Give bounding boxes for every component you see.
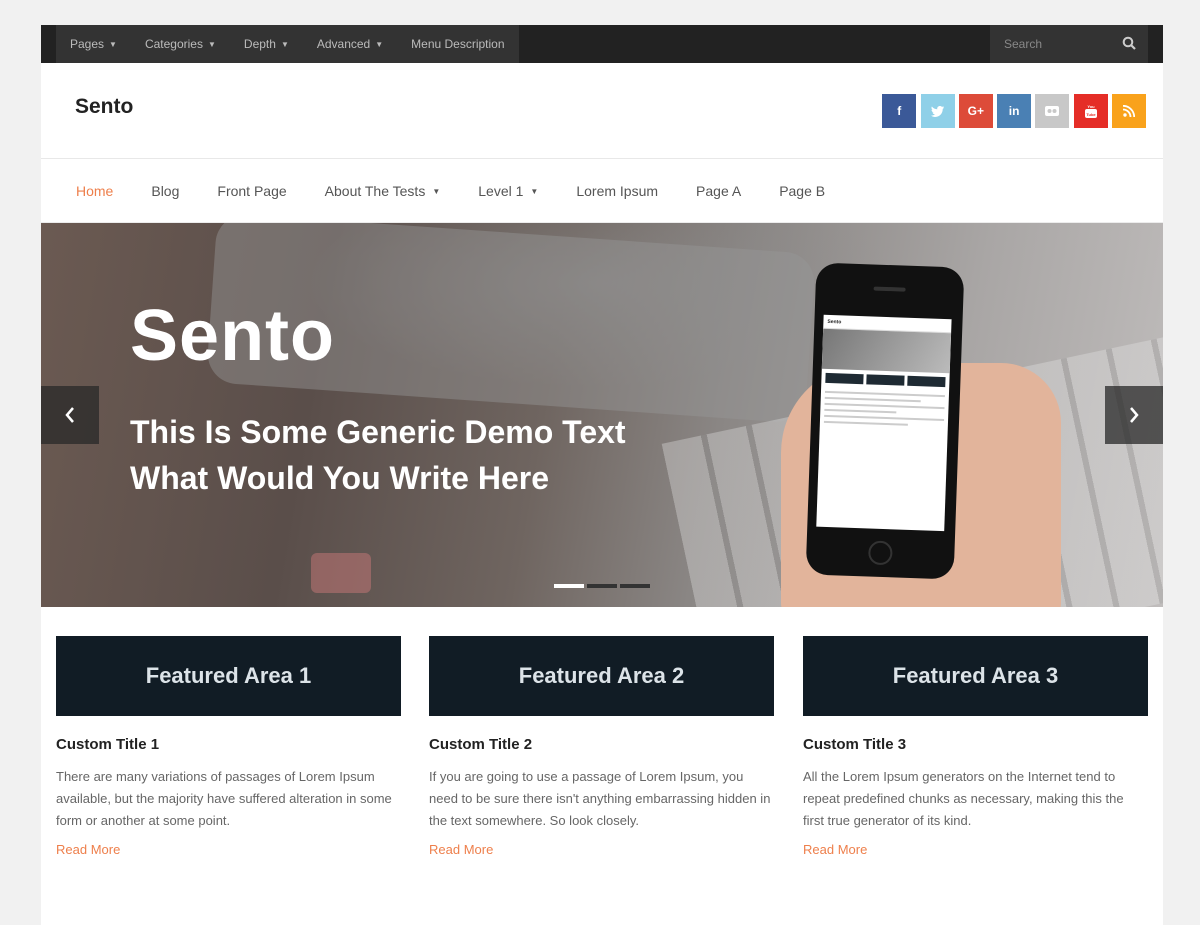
featured-area-3: Featured Area 3 Custom Title 3 All the L… [803,636,1148,859]
chevron-down-icon: ▼ [432,186,441,196]
featured-area-2: Featured Area 2 Custom Title 2 If you ar… [429,636,774,859]
featured-area-1: Featured Area 1 Custom Title 1 There are… [56,636,401,859]
facebook-icon[interactable]: f [882,94,917,128]
featured-text: There are many variations of passages of… [56,769,392,828]
featured-text: If you are going to use a passage of Lor… [429,769,771,828]
featured-title: Custom Title 2 [429,736,533,753]
nav-item-front-page[interactable]: Front Page [198,183,305,199]
svg-text:You: You [1087,104,1095,109]
featured-box[interactable]: Featured Area 2 [429,636,774,716]
nav-item-lorem-ipsum[interactable]: Lorem Ipsum [557,183,677,199]
youtube-icon[interactable]: You Tube [1073,94,1108,128]
nav-item-label: Page A [696,183,742,199]
page-wrapper: Pages ▼ Categories ▼ Depth ▼ Advanced ▼ Menu… [41,25,1163,925]
chevron-down-icon: ▼ [109,39,117,49]
svg-text:Tube: Tube [1086,112,1096,117]
nav-item-label: About The Tests [324,183,426,199]
top-menu-item-pages[interactable]: Pages ▼ [56,25,131,63]
phone-home-button [867,540,893,566]
nav-item-label: Level 1 [478,183,524,199]
chevron-down-icon: ▼ [280,39,289,49]
nav-item-label: Lorem Ipsum [576,183,659,199]
featured-box[interactable]: Featured Area 1 [56,636,401,716]
background-blur-spot [311,553,371,593]
slider-next-button[interactable] [1105,386,1163,444]
chevron-down-icon: ▼ [375,39,384,49]
search-box [990,25,1148,63]
chevron-down-icon: ▼ [530,186,539,196]
site-title[interactable]: Sento [75,95,133,119]
slider-dot-3[interactable] [620,584,650,588]
twitter-icon[interactable] [920,94,955,128]
slide-text-line: This Is Some Generic Demo Text [130,414,626,450]
google-plus-icon[interactable]: G+ [958,94,993,128]
featured-text: All the Lorem Ipsum generators on the In… [803,769,1124,828]
read-more-link[interactable]: Read More [803,842,867,857]
search-icon[interactable] [1122,36,1136,50]
nav-item-about-the-tests[interactable]: About The Tests ▼ [306,183,460,199]
slider-dot-1[interactable] [554,584,584,588]
hero-slider: Sento Sento This Is Some Generic Demo Te… [41,223,1163,607]
slider-dot-2[interactable] [587,584,617,588]
nav-item-home[interactable]: Home [57,183,132,199]
top-bar: Pages ▼ Categories ▼ Depth ▼ Advanced ▼ Menu… [41,25,1163,63]
top-menu-item-menu-description[interactable]: Menu Description [397,25,518,63]
top-menu-label: Depth [243,37,276,51]
rss-icon[interactable] [1112,94,1146,128]
nav-item-label: Front Page [217,183,287,199]
top-menu: Pages ▼ Categories ▼ Depth ▼ Advanced ▼ Menu… [56,25,519,63]
chevron-left-icon [65,407,74,423]
nav-item-level-1[interactable]: Level 1 ▼ [459,183,557,199]
top-menu-label: Menu Description [411,37,505,51]
nav-item-label: Blog [151,183,180,199]
site-header: Sento f G+ in You Tube [41,63,1163,159]
nav-item-label: Page B [779,183,826,199]
top-menu-item-depth[interactable]: Depth ▼ [230,25,303,63]
featured-box[interactable]: Featured Area 3 [803,636,1148,716]
top-menu-label: Categories [144,37,203,51]
nav-item-label: Home [76,183,114,199]
featured-title: Custom Title 1 [56,736,160,753]
top-menu-item-categories[interactable]: Categories ▼ [131,25,230,63]
phone-speaker [873,286,906,292]
slider-pagination [554,584,653,588]
phone-screen: Sento [816,314,952,532]
chevron-down-icon: ▼ [207,39,216,49]
main-navigation: Home Blog Front Page About The Tests ▼ Le… [41,160,1163,223]
chevron-right-icon [1130,407,1139,423]
flickr-icon[interactable] [1035,94,1070,128]
phone-image: Sento [805,262,965,580]
read-more-link[interactable]: Read More [429,842,493,857]
slider-prev-button[interactable] [41,386,99,444]
slide-title: Sento [130,296,336,376]
phone-screen-text [820,387,949,435]
linkedin-icon[interactable]: in [997,94,1032,128]
nav-item-blog[interactable]: Blog [132,183,198,199]
top-menu-label: Pages [70,37,105,51]
slide-text: This Is Some Generic Demo Text What Woul… [130,409,690,501]
top-menu-label: Advanced [316,37,371,51]
search-input[interactable] [990,37,1110,51]
featured-title: Custom Title 3 [803,736,907,753]
nav-item-page-a[interactable]: Page A [677,183,760,199]
slide-text-line: What Would You Write Here [130,460,549,496]
read-more-link[interactable]: Read More [56,842,120,857]
nav-item-page-b[interactable]: Page B [760,183,844,199]
social-icons: f G+ in You Tube [878,94,1146,128]
phone-screen-banner [821,328,952,374]
top-menu-item-advanced[interactable]: Advanced ▼ [303,25,397,63]
